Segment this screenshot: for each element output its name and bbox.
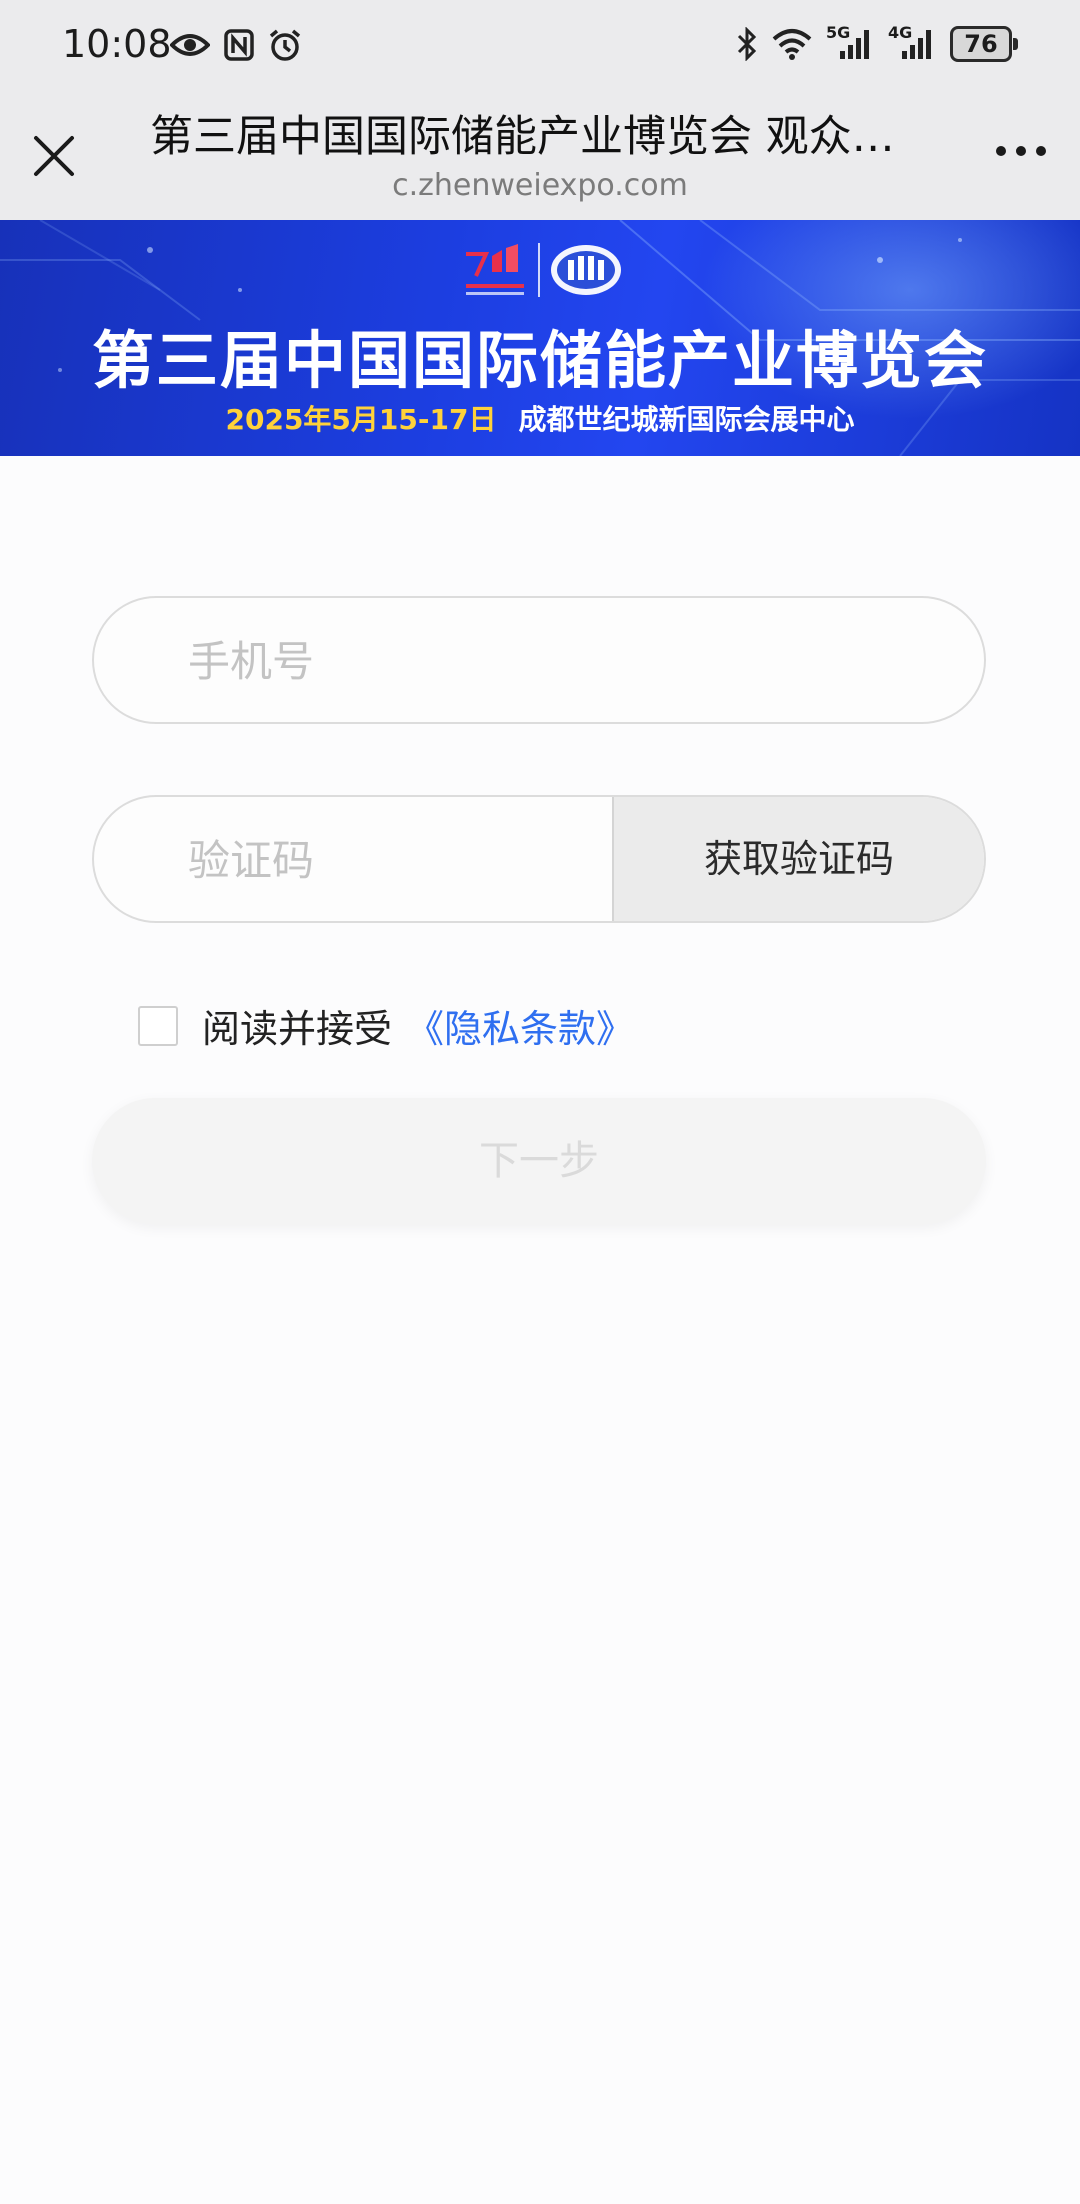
agree-label: 阅读并接受 <box>202 1007 393 1051</box>
get-code-button[interactable]: 获取验证码 <box>612 797 984 921</box>
banner-title: 第三届中国国际储能产业博览会 <box>91 324 988 397</box>
status-time: 10:08 <box>62 22 172 66</box>
battery-icon: 76 <box>950 26 1018 62</box>
page-url: c.zhenweiexpo.com <box>392 168 688 203</box>
event-logo-mark-icon <box>466 244 524 295</box>
bluetooth-icon <box>737 27 757 61</box>
banner-date: 2025年5月15-17日 <box>225 403 497 436</box>
banner-venue: 成都世纪城新国际会展中心 <box>518 403 855 436</box>
more-dot-icon <box>996 146 1006 156</box>
phone-field <box>92 596 986 724</box>
logo-divider <box>538 243 540 297</box>
more-dot-icon <box>1016 146 1026 156</box>
agree-checkbox[interactable] <box>138 1005 178 1046</box>
status-left-icons <box>170 28 302 62</box>
privacy-policy-link[interactable]: 《隐私条款》 <box>406 998 634 1053</box>
next-step-button[interactable]: 下一步 <box>92 1098 986 1224</box>
eye-icon <box>170 34 210 56</box>
status-bar: 10:08 5G 4G 76 <box>0 0 1080 92</box>
close-button[interactable] <box>26 128 82 184</box>
code-field: 获取验证码 <box>92 795 986 923</box>
browser-header: 第三届中国国际储能产业博览会 观众预登记 c.zhenweiexpo.com <box>0 92 1080 220</box>
nfc-icon <box>224 29 254 61</box>
agreement-row: 阅读并接受 《隐私条款》 <box>138 998 634 1053</box>
event-logo <box>462 242 624 298</box>
signal-5g-icon: 5G <box>826 23 874 61</box>
organizer-logo-icon <box>551 245 621 295</box>
verification-code-input[interactable] <box>186 797 590 923</box>
more-dot-icon <box>1036 146 1046 156</box>
signal-4g-icon: 4G <box>888 23 936 61</box>
alarm-icon <box>269 29 301 61</box>
banner-subtitle: 2025年5月15-17日 成都世纪城新国际会展中心 <box>0 398 1080 438</box>
status-right-icons: 5G 4G 76 <box>736 23 1018 62</box>
page-title: 第三届中国国际储能产业博览会 观众预登记 <box>150 112 910 162</box>
phone-input[interactable] <box>186 598 630 724</box>
event-banner: 第三届中国国际储能产业博览会 2025年5月15-17日 成都世纪城新国际会展中心 <box>0 220 1080 456</box>
wifi-icon <box>772 29 812 60</box>
more-options-button[interactable] <box>996 146 1046 156</box>
close-icon <box>34 136 74 176</box>
